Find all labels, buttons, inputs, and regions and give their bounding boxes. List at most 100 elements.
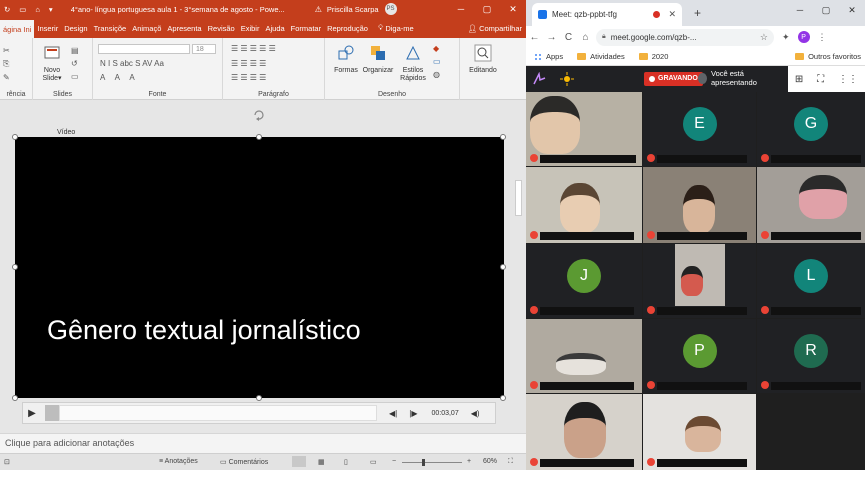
bookmark-2020[interactable]: 2020 — [638, 52, 668, 61]
zoom-slider[interactable] — [402, 459, 462, 466]
participant-video-tile[interactable] — [757, 167, 865, 243]
resize-handle-l[interactable] — [12, 264, 18, 270]
resize-handle-bl[interactable] — [12, 395, 18, 401]
zoom-out-button[interactable]: − — [392, 458, 396, 465]
bookmark-star-icon[interactable]: ☆ — [760, 32, 768, 43]
section-icon[interactable]: ▭ — [71, 72, 79, 81]
slide-sorter-icon[interactable]: ▦ — [318, 458, 325, 466]
skip-forward-button[interactable]: |▶ — [409, 409, 417, 418]
rotate-handle-icon[interactable] — [253, 109, 265, 121]
tab-home[interactable]: ágina Ini — [0, 20, 35, 38]
layout-button[interactable]: ⊞ — [795, 74, 803, 85]
chrome-close-button[interactable]: ✕ — [839, 0, 865, 20]
tab-slideshow[interactable]: Apresenta — [164, 18, 204, 38]
participant-tile-e[interactable]: E — [643, 92, 756, 166]
participant-video-tile[interactable] — [643, 394, 756, 470]
participant-video-tile[interactable] — [526, 167, 642, 243]
reading-view-icon[interactable]: ▯ — [344, 458, 348, 466]
effects-sparkle-icon[interactable] — [532, 72, 546, 86]
fit-slide-icon[interactable]: ⛶ — [508, 458, 513, 466]
meet-tab[interactable]: Meet: qzb-ppbt-tfg ✕ — [532, 3, 682, 26]
participant-video-tile[interactable] — [643, 244, 756, 318]
reload-button[interactable]: C — [560, 32, 577, 43]
direction-icons[interactable]: ☰ ☰ ☰ ☰ — [231, 73, 266, 82]
align-icons[interactable]: ☰ ☰ ☰ ☰ — [231, 59, 266, 68]
skip-back-button[interactable]: ◀| — [389, 409, 397, 418]
bookmark-other[interactable]: Outros favoritos — [795, 52, 861, 61]
participant-video-tile[interactable] — [526, 92, 642, 166]
effects-icon[interactable]: ◍ — [433, 70, 441, 79]
normal-view-button[interactable] — [292, 456, 306, 467]
participant-video-tile[interactable] — [526, 394, 642, 470]
participant-video-tile[interactable] — [643, 167, 756, 243]
forward-button[interactable]: → — [543, 32, 560, 43]
user-avatar[interactable]: PS — [384, 3, 397, 15]
tab-playback[interactable]: Reprodução — [324, 18, 371, 38]
bookmark-apps[interactable]: Apps — [534, 52, 563, 61]
fill-icon[interactable]: ◆ — [433, 44, 441, 53]
scrubber-handle[interactable] — [45, 405, 59, 421]
outline-icon[interactable]: ▭ — [433, 57, 441, 66]
tab-close-icon[interactable]: ✕ — [668, 9, 676, 20]
accessibility-icon[interactable]: ⊡ — [4, 458, 10, 466]
chrome-maximize-button[interactable]: ▢ — [813, 0, 839, 20]
zoom-thumb[interactable] — [421, 459, 425, 466]
reset-icon[interactable]: ↺ — [71, 59, 79, 68]
comments-toggle[interactable]: ▭ Comentários — [220, 458, 268, 466]
quick-styles-button[interactable]: Estilos Rápidos — [397, 44, 429, 83]
play-button[interactable]: ▶ — [23, 408, 41, 419]
video-frame[interactable]: Gênero textual jornalístico — [15, 137, 504, 398]
zoom-in-button[interactable]: + — [467, 458, 471, 465]
resize-handle-b[interactable] — [256, 395, 262, 401]
sun-icon[interactable] — [560, 72, 574, 86]
tab-insert[interactable]: Inserir — [34, 18, 61, 38]
tab-view[interactable]: Exibir — [238, 18, 263, 38]
chrome-menu-icon[interactable]: ⋮ — [818, 32, 827, 43]
format-painter-icon[interactable]: ✎ — [3, 73, 10, 82]
tab-format[interactable]: Formatar — [288, 18, 324, 38]
close-button[interactable]: ✕ — [500, 0, 526, 18]
profile-avatar[interactable]: P — [797, 31, 810, 43]
editing-button[interactable]: Editando — [466, 44, 500, 75]
chrome-minimize-button[interactable]: ─ — [787, 0, 813, 20]
list-icons[interactable]: ☰ ☰ ☰ ☰ ☰ — [231, 44, 276, 53]
participant-tile-g[interactable]: G — [757, 92, 865, 166]
minimize-button[interactable]: ─ — [448, 0, 474, 18]
font-name-box[interactable] — [98, 44, 190, 54]
tab-help[interactable]: Ajuda — [262, 18, 287, 38]
timeline-track[interactable] — [59, 405, 377, 421]
extensions-icon[interactable]: ✦ — [782, 32, 790, 43]
notes-pane[interactable]: Clique para adicionar anotações — [0, 433, 526, 453]
more-options-button[interactable]: ⋮⋮ — [838, 74, 858, 85]
layout-icon[interactable]: ▤ — [71, 46, 79, 55]
user-name[interactable]: Priscilla Scarpa — [327, 5, 379, 14]
vertical-scrollbar[interactable] — [515, 180, 522, 216]
notes-toggle[interactable]: ≡ Anotações — [159, 458, 198, 465]
tab-transitions[interactable]: Transiçõe — [91, 18, 130, 38]
maximize-button[interactable]: ▢ — [474, 0, 500, 18]
new-slide-button[interactable]: Novo Slide▾ — [39, 44, 65, 83]
font-size-box[interactable]: 18 — [192, 44, 216, 54]
resize-handle-br[interactable] — [500, 395, 506, 401]
participant-tile-p[interactable]: P — [643, 319, 756, 393]
address-bar[interactable]: 🔒︎ meet.google.com/qzb-... ☆ — [596, 28, 774, 46]
tell-me-search[interactable]: 💡︎ Diga-me — [375, 18, 417, 38]
font-color-icons[interactable]: A A A — [100, 73, 139, 82]
save-icon[interactable]: ▭ — [19, 5, 26, 14]
participant-tile-l[interactable]: L — [757, 244, 865, 318]
resize-handle-tl[interactable] — [12, 134, 18, 140]
autosave-icon[interactable]: ↻ — [4, 5, 10, 14]
home-icon[interactable]: ⌂ — [35, 5, 40, 14]
copy-icon[interactable]: ⎘ — [3, 59, 10, 69]
volume-button[interactable]: ◀) — [471, 409, 480, 418]
customize-dropdown-icon[interactable]: ▾ — [49, 5, 53, 14]
back-button[interactable]: ← — [526, 32, 543, 43]
participant-video-tile[interactable] — [526, 319, 642, 393]
arrange-button[interactable]: Organizar — [361, 44, 395, 75]
shapes-button[interactable]: Formas — [333, 44, 359, 75]
participant-tile-j[interactable]: J — [526, 244, 642, 318]
fullscreen-button[interactable]: ⛶ — [817, 74, 824, 85]
tab-review[interactable]: Revisão — [205, 18, 238, 38]
participant-tile-r[interactable]: R — [757, 319, 865, 393]
bookmark-atividades[interactable]: Atividades — [577, 52, 625, 61]
